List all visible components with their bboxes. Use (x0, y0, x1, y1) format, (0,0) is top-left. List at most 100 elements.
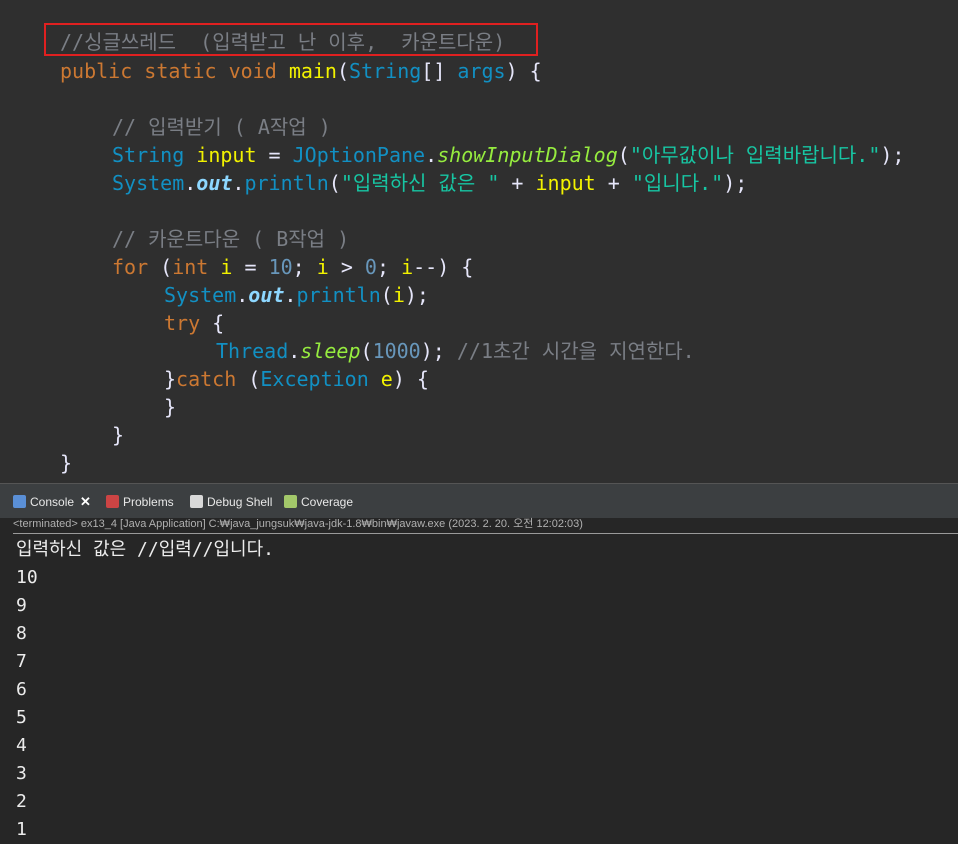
code-token: for (112, 255, 149, 279)
console-output-line: 10 (16, 567, 38, 588)
code-token: } (112, 423, 125, 447)
code-token: System (112, 171, 185, 195)
close-icon[interactable]: ✕ (80, 494, 91, 509)
code-token: out (196, 171, 233, 195)
code-line: System.out.println("입력하신 값은 " + input + … (112, 169, 747, 197)
tab-debug-shell[interactable]: Debug Shell (190, 491, 272, 513)
code-token: i (401, 255, 414, 279)
code-token: e (380, 367, 393, 391)
console-output[interactable]: 입력하신 값은 //입력//입니다. 10 9 8 7 6 5 4 3 2 1 (16, 536, 946, 844)
code-token: void (228, 59, 277, 83)
console-panel: Console ✕ Problems Debug Shell Coverage <… (0, 483, 958, 844)
code-token: static (144, 59, 217, 83)
code-token: "아무값이나 입력바랍니다." (629, 143, 881, 167)
console-output-line: 8 (16, 623, 27, 644)
code-line: try { (164, 309, 224, 337)
code-token: System (164, 283, 237, 307)
code-token: ( (380, 283, 393, 307)
code-token: . (288, 339, 301, 363)
code-token: i (220, 255, 233, 279)
code-line: } (112, 421, 124, 449)
code-line: for (int i = 10; i > 0; i--) { (112, 253, 473, 281)
code-token: = (232, 255, 269, 279)
code-token: sleep (300, 339, 361, 363)
code-token: + (595, 171, 632, 195)
code-token: . (236, 283, 249, 307)
tab-console[interactable]: Console ✕ (13, 491, 91, 513)
code-token: main (288, 59, 337, 83)
code-token: } (164, 395, 177, 419)
code-line: public static void main(String[] args) { (60, 57, 542, 85)
tab-console-label: Console (30, 495, 75, 509)
code-token: { (200, 311, 225, 335)
code-token: String (349, 59, 422, 83)
code-line: // 입력받기 ( A작업 ) (112, 113, 331, 141)
code-token: ); (404, 283, 429, 307)
code-line: Thread.sleep(1000); //1초간 시간을 지연한다. (216, 337, 695, 365)
code-line: }catch (Exception e) { (164, 365, 429, 393)
console-output-line: 5 (16, 707, 27, 728)
code-token: . (232, 171, 245, 195)
coverage-icon (284, 495, 297, 508)
code-token: + (499, 171, 536, 195)
console-output-line: 9 (16, 595, 27, 616)
status-divider (13, 533, 958, 534)
console-output-line: 4 (16, 735, 27, 756)
code-token: . (284, 283, 297, 307)
code-line: } (60, 449, 72, 477)
code-token: ) { (392, 367, 429, 391)
code-token: int (172, 255, 209, 279)
code-token: ); (420, 339, 457, 363)
code-token: ( (617, 143, 630, 167)
code-token: --) { (413, 255, 474, 279)
code-token: println (296, 283, 381, 307)
code-token: input (196, 143, 257, 167)
debug-shell-icon (190, 495, 203, 508)
code-token: catch (176, 367, 237, 391)
code-token: ; (292, 255, 317, 279)
console-output-line: 1 (16, 819, 27, 840)
code-token: [] (421, 59, 446, 83)
code-token: input (535, 171, 596, 195)
tab-problems-label: Problems (123, 495, 174, 509)
code-token: Exception (260, 367, 369, 391)
code-editor[interactable]: //싱글쓰레드 (입력받고 난 이후, 카운트다운) public static … (0, 0, 958, 483)
code-token: //1초간 시간을 지연한다. (456, 339, 695, 363)
console-icon (13, 495, 26, 508)
code-token: 10 (268, 255, 293, 279)
console-output-line: 2 (16, 791, 27, 812)
tab-coverage-label: Coverage (301, 495, 354, 509)
code-token: public (60, 59, 133, 83)
code-token: ; (376, 255, 402, 279)
code-token: = (256, 143, 293, 167)
tab-problems[interactable]: Problems (106, 491, 174, 513)
code-token: ( (148, 255, 173, 279)
problems-icon (106, 495, 119, 508)
code-token: try (164, 311, 201, 335)
code-token: 0 (364, 255, 377, 279)
code-token: ( (336, 59, 350, 83)
code-token: args (457, 59, 506, 83)
code-token: // 카운트다운 ( B작업 ) (112, 227, 350, 251)
code-token: ) { (505, 59, 542, 83)
code-line: } (164, 393, 176, 421)
code-token: } (60, 451, 73, 475)
tab-coverage[interactable]: Coverage (284, 491, 353, 513)
code-token: out (248, 283, 285, 307)
console-output-line: 3 (16, 763, 27, 784)
code-token: showInputDialog (437, 143, 618, 167)
code-token: //싱글쓰레드 (입력받고 난 이후, 카운트다운) (60, 30, 506, 54)
code-token: ); (880, 143, 905, 167)
code-token: i (316, 255, 329, 279)
code-line: // 카운트다운 ( B작업 ) (112, 225, 349, 253)
code-token: } (164, 367, 177, 391)
code-token: . (184, 171, 197, 195)
code-token: > (328, 255, 365, 279)
code-line: String input = JOptionPane.showInputDial… (112, 141, 904, 169)
code-token: "입니다." (631, 171, 724, 195)
code-token: ( (360, 339, 373, 363)
code-token: i (392, 283, 405, 307)
